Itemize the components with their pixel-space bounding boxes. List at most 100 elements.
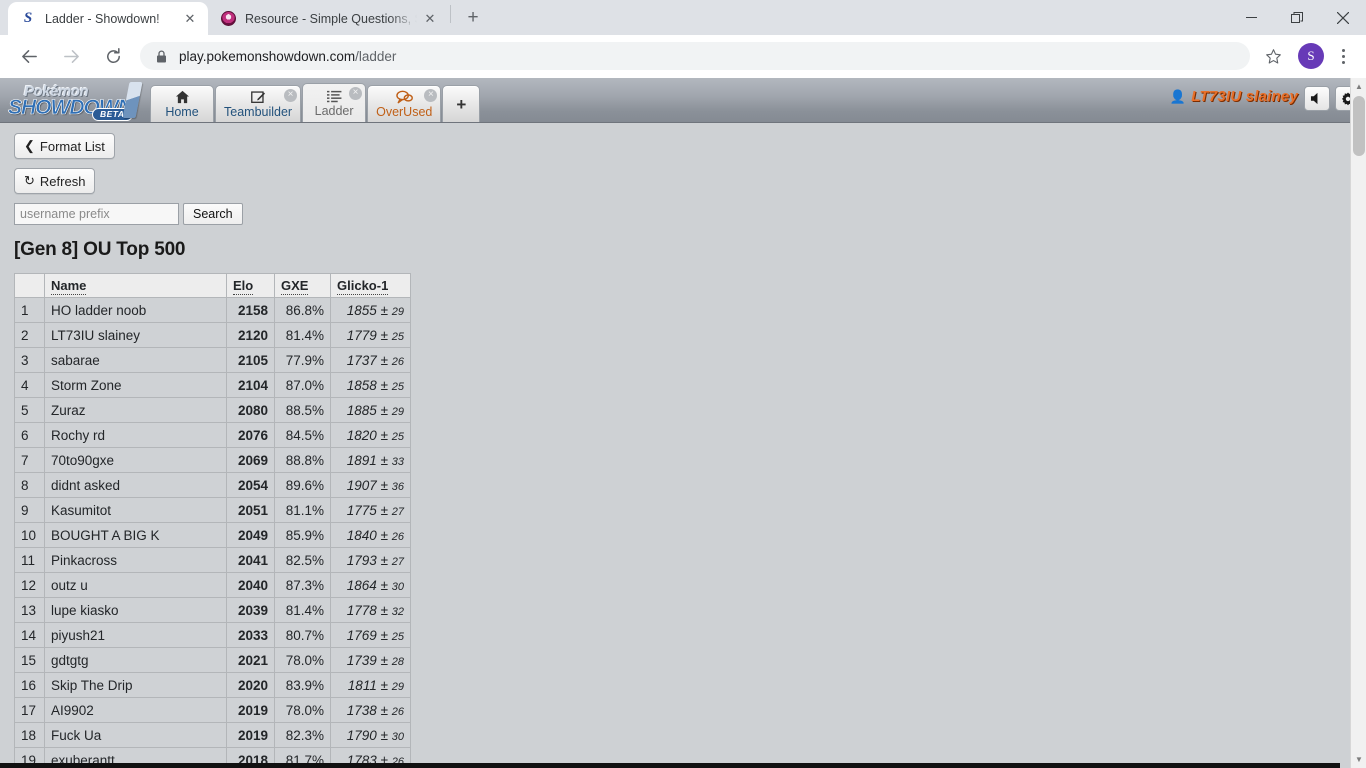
cell-gxe: 81.4% (274, 322, 331, 348)
new-tab-button[interactable]: + (459, 4, 487, 32)
lock-icon (154, 49, 168, 63)
tab-close-icon[interactable]: × (349, 87, 363, 100)
three-dot-menu-icon[interactable] (1330, 41, 1356, 71)
tab-home[interactable]: Home (150, 85, 214, 122)
browser-tab-close-icon[interactable]: ✕ (421, 10, 439, 28)
cell-rank: 6 (14, 422, 45, 448)
star-icon[interactable] (1258, 41, 1288, 71)
cell-glicko: 1855 ± 29 (330, 297, 411, 323)
ladder-table: Name Elo GXE Glicko-1 1 HO ladder noob 2… (14, 273, 411, 768)
chevron-left-icon: ❮ (24, 138, 35, 153)
cell-gxe: 81.1% (274, 497, 331, 523)
cell-name[interactable]: 70to90gxe (44, 447, 227, 473)
tab-teambuilder[interactable]: × Teambuilder (215, 85, 302, 122)
table-row: 5 Zuraz 2080 88.5% 1885 ± 29 (14, 397, 411, 423)
col-elo-header[interactable]: Elo (226, 273, 275, 298)
cell-name[interactable]: Rochy rd (44, 422, 227, 448)
cell-name[interactable]: didnt asked (44, 472, 227, 498)
avatar[interactable]: S (1298, 43, 1324, 69)
horizontal-scrollbar-thumb[interactable] (0, 763, 1340, 768)
cell-elo: 2020 (226, 672, 275, 698)
cell-name[interactable]: Kasumitot (44, 497, 227, 523)
cell-glicko: 1779 ± 25 (330, 322, 411, 348)
cell-name[interactable]: Storm Zone (44, 372, 227, 398)
format-list-button[interactable]: ❮ Format List (14, 133, 115, 159)
cell-glicko: 1739 ± 28 (330, 647, 411, 673)
cell-gxe: 83.9% (274, 672, 331, 698)
cell-rank: 1 (14, 297, 45, 323)
tab-close-icon[interactable]: × (284, 89, 298, 102)
cell-name[interactable]: Skip The Drip (44, 672, 227, 698)
username-display[interactable]: 👤 LT73IU slainey (1170, 88, 1298, 105)
cell-name[interactable]: gdtgtg (44, 647, 227, 673)
cell-glicko: 1790 ± 30 (330, 722, 411, 748)
col-name-header: Name (44, 273, 227, 298)
table-row: 17 AI9902 2019 78.0% 1738 ± 26 (14, 697, 411, 723)
tab-teambuilder-label: Teambuilder (224, 104, 293, 119)
cell-name[interactable]: outz u (44, 572, 227, 598)
cell-gxe: 82.5% (274, 547, 331, 573)
search-button[interactable]: Search (183, 203, 243, 225)
horizontal-scrollbar[interactable] (0, 763, 1350, 768)
table-row: 14 piyush21 2033 80.7% 1769 ± 25 (14, 622, 411, 648)
cell-name[interactable]: BOUGHT A BIG K (44, 522, 227, 548)
cell-elo: 2019 (226, 722, 275, 748)
tab-separator (450, 5, 451, 23)
vertical-scrollbar[interactable]: ▲ ▼ (1350, 78, 1366, 768)
scroll-up-arrow-icon[interactable]: ▲ (1351, 78, 1366, 95)
cell-rank: 4 (14, 372, 45, 398)
browser-tab-close-icon[interactable]: ✕ (181, 10, 199, 28)
cell-elo: 2104 (226, 372, 275, 398)
minimize-icon[interactable] (1228, 0, 1274, 35)
cell-glicko: 1738 ± 26 (330, 697, 411, 723)
showdown-logo[interactable]: Pokémon SHOWDOWN BETA (4, 78, 144, 123)
smogon-favicon (220, 11, 236, 27)
ladder-table-body: 1 HO ladder noob 2158 86.8% 1855 ± 29 2 … (14, 297, 411, 768)
tab-overused[interactable]: × OverUsed (367, 85, 442, 122)
cell-glicko: 1840 ± 26 (330, 522, 411, 548)
vertical-scrollbar-thumb[interactable] (1353, 96, 1365, 156)
browser-tab-1[interactable]: Resource - Simple Questions, Sim ✕ (208, 2, 448, 35)
cell-name[interactable]: sabarae (44, 347, 227, 373)
maximize-icon[interactable] (1274, 0, 1320, 35)
browser-tab-0[interactable]: S Ladder - Showdown! ✕ (8, 2, 208, 35)
cell-name[interactable]: piyush21 (44, 622, 227, 648)
cell-name[interactable]: Pinkacross (44, 547, 227, 573)
browser-tab-strip: S Ladder - Showdown! ✕ Resource - Simple… (0, 0, 1366, 35)
cell-name[interactable]: HO ladder noob (44, 297, 227, 323)
table-row: 1 HO ladder noob 2158 86.8% 1855 ± 29 (14, 297, 411, 323)
table-row: 3 sabarae 2105 77.9% 1737 ± 26 (14, 347, 411, 373)
cell-name[interactable]: Zuraz (44, 397, 227, 423)
cell-glicko: 1858 ± 25 (330, 372, 411, 398)
search-input[interactable] (14, 203, 179, 225)
tab-ladder[interactable]: × Ladder (302, 83, 367, 122)
cell-rank: 16 (14, 672, 45, 698)
table-row: 10 BOUGHT A BIG K 2049 85.9% 1840 ± 26 (14, 522, 411, 548)
col-glicko-header[interactable]: Glicko-1 (330, 273, 411, 298)
cell-rank: 12 (14, 572, 45, 598)
add-tab-button[interactable]: + (442, 85, 481, 122)
reload-icon[interactable] (97, 40, 129, 72)
col-gxe-header[interactable]: GXE (274, 273, 331, 298)
cell-elo: 2120 (226, 322, 275, 348)
cell-name[interactable]: Fuck Ua (44, 722, 227, 748)
address-bar[interactable]: play.pokemonshowdown.com/ladder (140, 42, 1250, 70)
refresh-button[interactable]: ↻ Refresh (14, 168, 96, 194)
cell-elo: 2105 (226, 347, 275, 373)
table-row: 9 Kasumitot 2051 81.1% 1775 ± 27 (14, 497, 411, 523)
cell-name[interactable]: lupe kiasko (44, 597, 227, 623)
back-arrow-icon[interactable] (13, 40, 45, 72)
close-icon[interactable] (1320, 0, 1366, 35)
showdown-header: Pokémon SHOWDOWN BETA Home × Teambuilder… (0, 78, 1366, 123)
tab-close-icon[interactable]: × (424, 89, 438, 102)
forward-arrow-icon[interactable] (55, 40, 87, 72)
cell-name[interactable]: LT73IU slainey (44, 322, 227, 348)
sound-icon[interactable] (1304, 86, 1330, 111)
cell-rank: 2 (14, 322, 45, 348)
cell-elo: 2039 (226, 597, 275, 623)
table-row: 7 70to90gxe 2069 88.8% 1891 ± 33 (14, 447, 411, 473)
cell-rank: 15 (14, 647, 45, 673)
cell-glicko: 1885 ± 29 (330, 397, 411, 423)
cell-name[interactable]: AI9902 (44, 697, 227, 723)
scroll-down-arrow-icon[interactable]: ▼ (1351, 751, 1366, 768)
